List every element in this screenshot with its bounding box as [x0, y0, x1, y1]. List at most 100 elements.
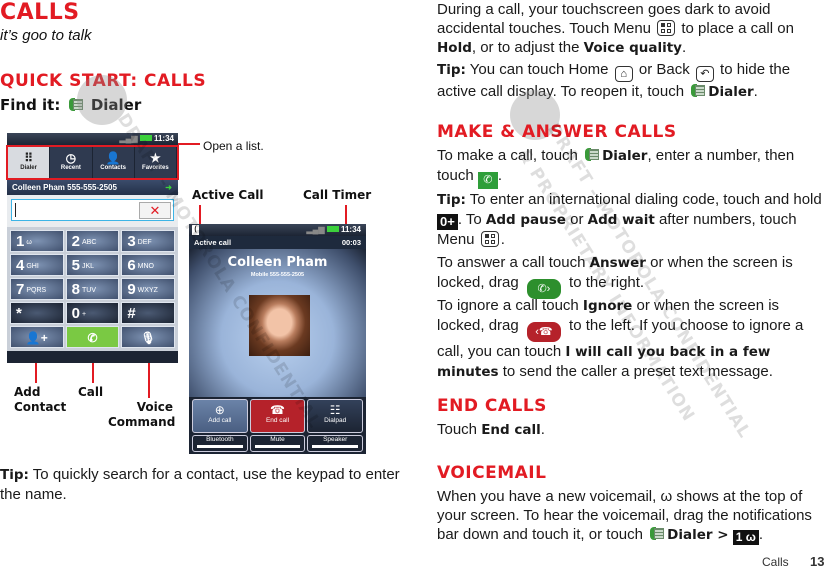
- active-call-screenshot: ( ▂▄▆ 11:34 Active call 00:03 Colleen Ph…: [189, 224, 366, 454]
- add-contact-button[interactable]: 👤+: [10, 326, 64, 348]
- key-0[interactable]: 0 +: [65, 302, 120, 324]
- tab-favorites[interactable]: ★ Favorites: [135, 147, 177, 178]
- voicemail-heading: Voicemail: [437, 463, 547, 483]
- keypad: 1ω 2 ABC 3 DEF 4 GHI 5 JKL 6 MNO 7 PQRS 8 TUV 9…: [7, 227, 178, 351]
- tab-recent[interactable]: ◷ Recent: [50, 147, 93, 178]
- end-calls-heading: End Calls: [437, 396, 547, 416]
- mute-toggle[interactable]: Mute: [249, 435, 306, 452]
- zero-plus-key-icon: 0+: [437, 214, 458, 230]
- active-call-icon: (: [192, 225, 199, 235]
- ignore-paragraph: To ignore a call touch Ignore or when th…: [437, 297, 804, 380]
- page-number: 13: [810, 554, 825, 569]
- dialer-app-icon: [650, 526, 665, 541]
- end-calls-paragraph: Touch End call.: [437, 421, 545, 438]
- callout-line-add-contact: [35, 363, 37, 383]
- callout-call-timer: Call Timer: [303, 188, 372, 202]
- dialer-app-icon: [585, 147, 600, 162]
- dialpad-button[interactable]: ☷ Dialpad: [307, 399, 364, 433]
- status-time: 11:34: [340, 225, 361, 234]
- key-hash[interactable]: #: [121, 302, 175, 324]
- tab-contacts[interactable]: 👤 Contacts: [93, 147, 135, 178]
- bluetooth-toggle[interactable]: Bluetooth: [192, 435, 248, 452]
- battery-icon: [139, 135, 152, 141]
- back-key-icon: ↶: [695, 66, 714, 82]
- tab-dialer[interactable]: ⠿ Dialer: [8, 147, 51, 178]
- home-key-icon: ⌂: [614, 66, 633, 82]
- callout-line-open-list: [178, 143, 200, 145]
- page-subtitle: it’s goo to talk: [0, 27, 92, 44]
- left-tip: Tip: To quickly search for a contact, us…: [0, 466, 400, 503]
- call-actions: ⊕ Add call ☎ End call ☷ Dialpad: [189, 397, 366, 433]
- callout-call: Call: [78, 385, 104, 399]
- call-key-icon: ✆: [477, 172, 498, 189]
- caller-number: Mobile 555-555-2505: [250, 272, 305, 278]
- page-title: Calls: [0, 0, 80, 25]
- add-call-button[interactable]: ⊕ Add call: [192, 399, 248, 433]
- status-bar: ▂▄▆ 11:34: [7, 133, 178, 145]
- key-8[interactable]: 8 TUV: [65, 278, 120, 300]
- key-3[interactable]: 3 DEF: [121, 230, 175, 252]
- voicemail-key-icon: 1 ω: [732, 530, 759, 545]
- voicemail-icon: ω: [26, 239, 32, 246]
- key-6[interactable]: 6 MNO: [121, 254, 175, 276]
- caller-name: Colleen Pham: [227, 255, 328, 270]
- key-star[interactable]: *: [10, 302, 64, 324]
- menu-key-icon: [480, 231, 499, 247]
- key-5[interactable]: 5 JKL: [65, 254, 120, 276]
- call-button[interactable]: ✆: [65, 326, 120, 348]
- call-timer: 00:03: [341, 238, 361, 247]
- key-1[interactable]: 1ω: [10, 230, 64, 252]
- callout-line-active-call: [199, 205, 201, 226]
- contact-suggestion[interactable]: Colleen Pham 555-555-2505 ➜: [7, 180, 178, 195]
- callout-active-call: Active Call: [192, 188, 264, 202]
- add-contact-icon: 👤+: [25, 331, 48, 345]
- number-input[interactable]: ✕: [11, 199, 174, 221]
- find-it-label: Find it:: [0, 96, 61, 114]
- call-toggles: Bluetooth Mute Speaker: [189, 433, 366, 454]
- phone-icon: ✆: [87, 331, 98, 345]
- caller-photo: [249, 295, 310, 356]
- key-9[interactable]: 9 WXYZ: [121, 278, 175, 300]
- tip-international: Tip: To enter an international dialing c…: [437, 191, 822, 248]
- make-call-paragraph: To make a call, touch Dialer, enter a nu…: [437, 146, 826, 189]
- star-icon: ★: [149, 151, 161, 165]
- voice-command-button[interactable]: 🎙: [121, 326, 175, 348]
- microphone-icon: 🎙: [140, 331, 156, 345]
- signal-icon: ▂▄▆: [306, 225, 325, 234]
- signal-icon: ▂▄▆: [119, 134, 138, 143]
- intro-paragraph: During a call, your touchscreen goes dar…: [437, 1, 794, 56]
- dialer-app-icon: [691, 83, 706, 98]
- dialer-tabs: ⠿ Dialer ◷ Recent 👤 Contacts ★ Favorites: [6, 145, 179, 180]
- clock-icon: ◷: [65, 151, 77, 165]
- speaker-toggle[interactable]: Speaker: [307, 435, 364, 452]
- tip-home-back: Tip: You can touch Home ⌂ or Back ↶ to h…: [437, 61, 791, 100]
- status-time: 11:34: [153, 134, 174, 143]
- hang-up-icon: ☎: [270, 403, 285, 417]
- voicemail-icon: ω: [660, 488, 673, 505]
- person-icon: 👤: [105, 151, 121, 165]
- grid-icon: ⠿: [24, 151, 34, 165]
- callout-line-call: [92, 363, 94, 383]
- active-call-bar: Active call 00:03: [189, 236, 366, 249]
- end-call-button[interactable]: ☎ End call: [249, 399, 306, 433]
- key-7[interactable]: 7 PQRS: [10, 278, 64, 300]
- key-2[interactable]: 2 ABC: [65, 230, 120, 252]
- caller-info: Colleen Pham Mobile 555-555-2505: [189, 249, 366, 397]
- make-answer-heading: Make & Answer Calls: [437, 122, 677, 142]
- status-bar: ( ▂▄▆ 11:34: [189, 224, 366, 236]
- callout-add-contact: Add Contact: [14, 385, 67, 414]
- callout-line-voice: [148, 363, 150, 398]
- footer-section: Calls: [762, 555, 789, 569]
- backspace-button[interactable]: ✕: [139, 202, 171, 219]
- callout-voice-command: Voice Command: [108, 400, 176, 429]
- key-4[interactable]: 4 GHI: [10, 254, 64, 276]
- motorola-logo-watermark-icon: [77, 75, 127, 125]
- dialer-screenshot: ▂▄▆ 11:34 ⠿ Dialer ◷ Recent 👤 Contacts ★ Fav…: [6, 133, 179, 363]
- ignore-slider-icon: ‹☎: [526, 322, 561, 342]
- arrow-right-icon: ➜: [165, 183, 172, 192]
- menu-key-icon: [657, 20, 676, 36]
- dialpad-icon: ☷: [329, 403, 341, 417]
- answer-paragraph: To answer a call touch Answer or when th…: [437, 253, 826, 299]
- voicemail-paragraph: When you have a new voicemail, ω shows a…: [437, 488, 812, 545]
- callout-open-list: Open a list.: [203, 139, 264, 153]
